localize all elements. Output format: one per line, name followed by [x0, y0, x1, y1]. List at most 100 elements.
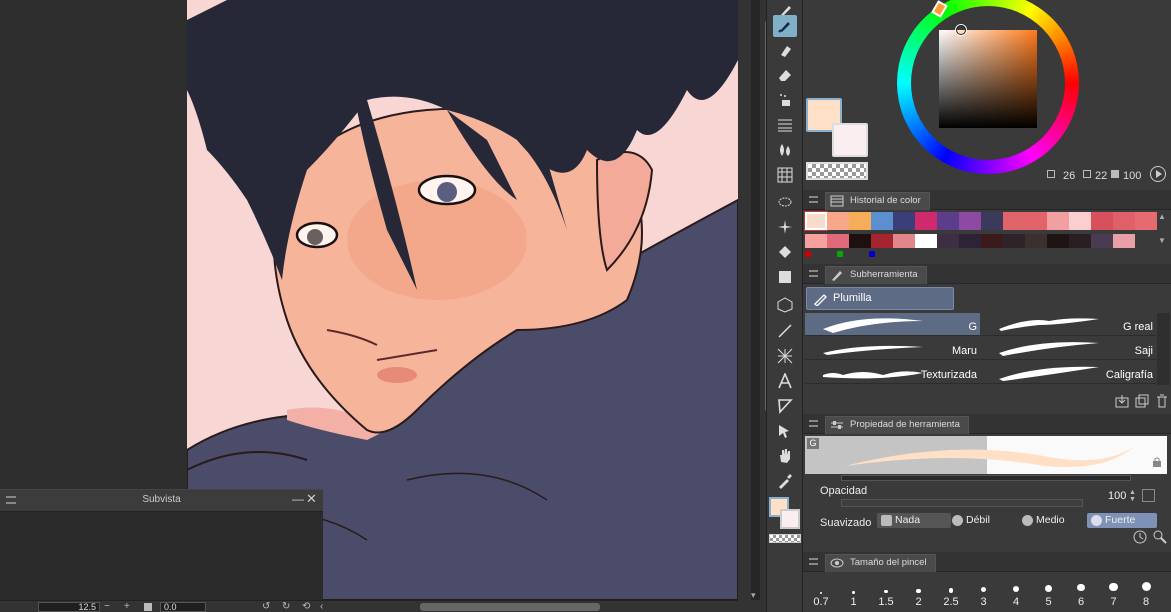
- color-history-swatch[interactable]: [849, 234, 871, 248]
- minimize-button[interactable]: —: [292, 492, 304, 508]
- fit-icon[interactable]: [144, 603, 152, 611]
- brush-size-option[interactable]: 2.5: [935, 574, 967, 612]
- color-history-swatch[interactable]: [1047, 234, 1069, 248]
- fill-bucket-icon[interactable]: [773, 241, 797, 263]
- zoom-out-button[interactable]: −: [104, 601, 110, 612]
- color-history-swatch[interactable]: [959, 212, 981, 230]
- vertical-scrollbar[interactable]: ▾: [738, 0, 772, 612]
- import-icon[interactable]: [1115, 394, 1129, 408]
- color-history-swatch[interactable]: [915, 234, 937, 248]
- color-history-swatch[interactable]: [937, 234, 959, 248]
- opacity-link-icon[interactable]: [1142, 489, 1155, 502]
- brush-size-slider[interactable]: [841, 475, 1131, 481]
- eyedropper-icon[interactable]: [773, 470, 797, 492]
- brush-size-option[interactable]: 2: [903, 574, 935, 612]
- smoothing-option-weak[interactable]: Débil: [948, 513, 1018, 528]
- color-history-swatch[interactable]: [1091, 234, 1113, 248]
- color-history-swatch[interactable]: [849, 212, 871, 230]
- color-history-swatch[interactable]: [981, 212, 1003, 230]
- subview-titlebar[interactable]: Subvista — ✕: [0, 490, 323, 512]
- opacity-stepper[interactable]: ▲ ▼: [1129, 489, 1137, 505]
- operation-icon[interactable]: [773, 420, 797, 442]
- trash-icon[interactable]: [1155, 394, 1169, 408]
- brush-size-option[interactable]: 5: [1033, 574, 1065, 612]
- color-history-swatch[interactable]: [871, 234, 893, 248]
- airbrush-icon[interactable]: [773, 89, 797, 111]
- color-history-swatch[interactable]: [981, 234, 1003, 248]
- color-history-swatch[interactable]: [1069, 234, 1091, 248]
- marker-icon[interactable]: [773, 40, 797, 62]
- color-history-swatch[interactable]: [805, 234, 827, 248]
- lock-icon[interactable]: [1151, 456, 1163, 468]
- blend-icon[interactable]: [773, 139, 797, 161]
- brush-size-option[interactable]: 4: [1000, 574, 1032, 612]
- color-history-swatch[interactable]: [1047, 212, 1069, 230]
- brush-item[interactable]: Caligrafía: [981, 361, 1156, 384]
- toolbar-transparent-color[interactable]: [769, 534, 801, 543]
- pencil-icon[interactable]: [773, 15, 797, 37]
- sv-cursor[interactable]: [956, 25, 966, 35]
- play-icon[interactable]: [1150, 166, 1166, 182]
- brush-item[interactable]: Maru: [805, 337, 980, 360]
- balloon-icon[interactable]: [773, 395, 797, 417]
- angle-field[interactable]: 0.0: [160, 602, 206, 612]
- grip-icon[interactable]: [809, 270, 818, 277]
- brush-size-option[interactable]: 0.7: [805, 574, 837, 612]
- brush-item[interactable]: Texturizada: [805, 361, 980, 384]
- opacity-value[interactable]: 100: [1108, 490, 1126, 502]
- wrench-icon[interactable]: [1153, 530, 1167, 544]
- color-history-swatch[interactable]: [893, 234, 915, 248]
- grid-icon[interactable]: [773, 164, 797, 186]
- brush-item[interactable]: Saji: [981, 337, 1156, 360]
- color-history-swatch[interactable]: [959, 234, 981, 248]
- color-history-swatch[interactable]: [1003, 234, 1025, 248]
- grip-icon[interactable]: [809, 420, 818, 427]
- brush-size-option[interactable]: 8: [1130, 574, 1162, 612]
- brush-size-option[interactable]: 3: [968, 574, 1000, 612]
- lasso-pen-icon[interactable]: [773, 191, 797, 213]
- color-history-swatch[interactable]: [871, 212, 893, 230]
- tab-subtool[interactable]: Subherramienta: [825, 266, 927, 284]
- line-icon[interactable]: [773, 320, 797, 342]
- color-history-swatch[interactable]: [1113, 212, 1135, 230]
- saturation-value-square[interactable]: [939, 30, 1037, 128]
- tab-tool-property[interactable]: Propiedad de herramienta: [825, 416, 969, 434]
- scroll-track[interactable]: [751, 0, 772, 600]
- zoom-in-button[interactable]: +: [124, 601, 130, 612]
- grip-icon[interactable]: [809, 196, 818, 203]
- tab-brush-size[interactable]: Tamaño del pincel: [825, 554, 936, 572]
- rotate-left-icon[interactable]: ↺: [262, 601, 270, 612]
- brush-size-option[interactable]: 6: [1065, 574, 1097, 612]
- close-button[interactable]: ✕: [306, 491, 318, 507]
- color-history-scroll[interactable]: ▲ ▼: [1158, 212, 1170, 250]
- 3d-box-icon[interactable]: [773, 294, 797, 316]
- color-history-swatch[interactable]: [827, 212, 849, 230]
- toolbar-sub-color[interactable]: [780, 509, 800, 529]
- color-history-swatch[interactable]: [1025, 234, 1047, 248]
- smoothing-option-strong[interactable]: Fuerte: [1087, 513, 1157, 528]
- frame-icon[interactable]: [773, 345, 797, 367]
- smoothing-option-medium[interactable]: Medio: [1018, 513, 1088, 528]
- lines-icon[interactable]: [773, 114, 797, 136]
- rotate-right-icon[interactable]: ↻: [282, 601, 290, 612]
- color-history-swatch[interactable]: [1003, 212, 1025, 230]
- brush-item[interactable]: G real: [981, 313, 1156, 336]
- color-history-swatch[interactable]: [1069, 212, 1091, 230]
- duplicate-icon[interactable]: [1135, 394, 1149, 408]
- color-history-swatch[interactable]: [915, 212, 937, 230]
- color-history-swatch[interactable]: [827, 234, 849, 248]
- color-history-swatch[interactable]: [937, 212, 959, 230]
- color-history-swatch[interactable]: [1135, 212, 1157, 230]
- transparent-color-swatch[interactable]: [806, 162, 868, 180]
- subtool-group-button[interactable]: Plumilla: [806, 287, 954, 310]
- smoothing-option-none[interactable]: Nada: [877, 513, 951, 528]
- color-history-swatch[interactable]: [893, 212, 915, 230]
- grip-icon[interactable]: [809, 558, 818, 565]
- eraser-icon[interactable]: [773, 64, 797, 86]
- scroll-down-icon[interactable]: ▾: [751, 590, 756, 601]
- brush-size-option[interactable]: 1.5: [870, 574, 902, 612]
- sub-color-swatch[interactable]: [832, 123, 868, 157]
- color-history-swatch[interactable]: [1113, 234, 1135, 248]
- hand-icon[interactable]: [773, 445, 797, 467]
- text-icon[interactable]: [773, 370, 797, 392]
